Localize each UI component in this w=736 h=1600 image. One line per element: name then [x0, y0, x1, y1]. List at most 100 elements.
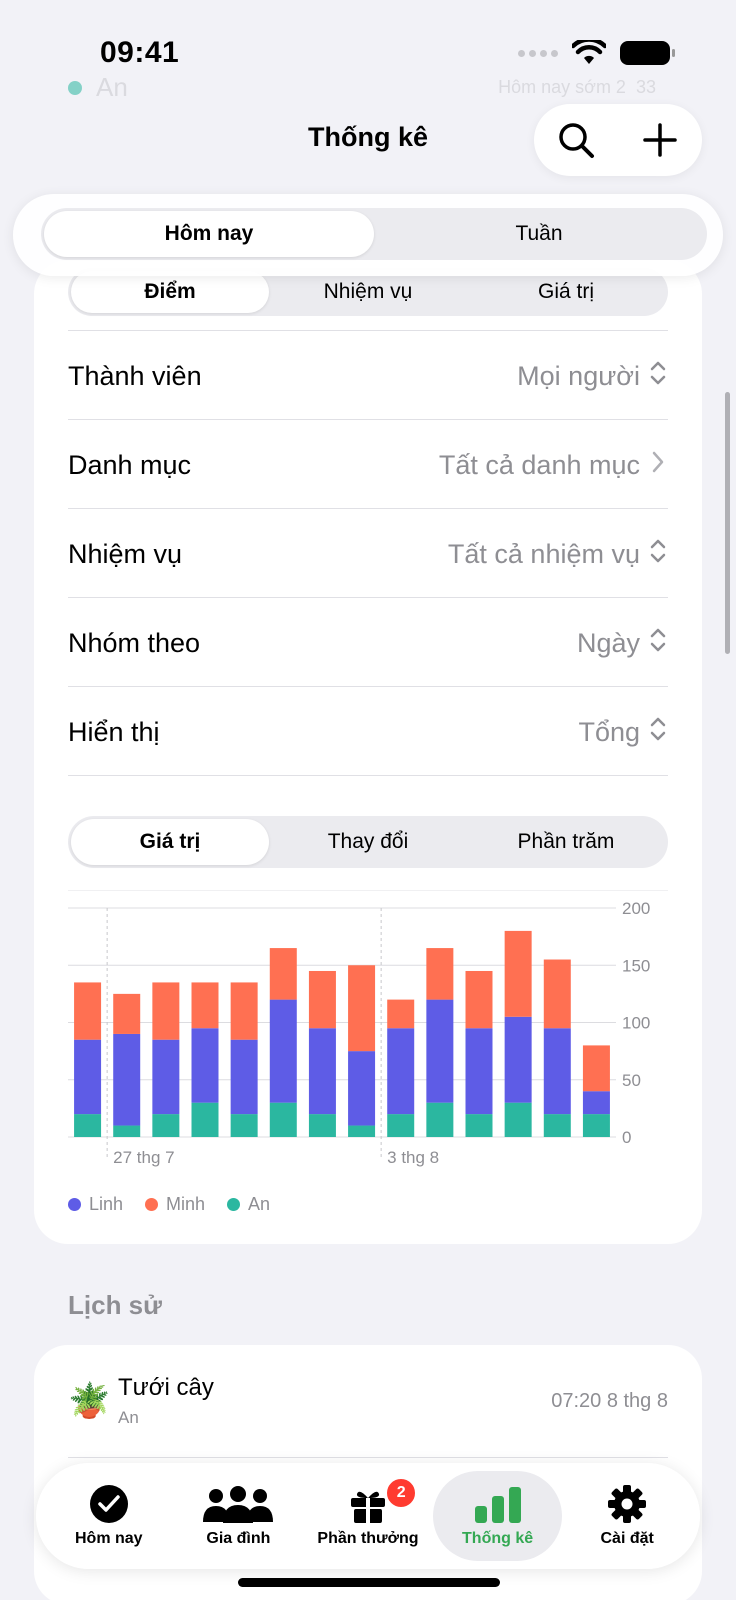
tab-label: Cài đặt	[600, 1530, 654, 1547]
filter-value: Tất cả nhiệm vụ	[448, 537, 668, 571]
bar-segment-linh	[74, 1039, 102, 1115]
plant-icon: 🪴	[68, 1382, 111, 1420]
bar-segment-linh	[308, 1028, 336, 1115]
bar-segment-minh	[74, 982, 102, 1040]
period-segmented-wrapper: Hôm nay Tuần	[13, 194, 723, 276]
bar-segment-minh	[465, 970, 493, 1029]
tab-stats[interactable]: Thống kê	[432, 1471, 563, 1561]
chevron-updown-icon	[648, 537, 668, 571]
chevron-right-icon	[648, 448, 668, 482]
filter-value: Tổng	[578, 715, 668, 749]
bar-segment-an	[152, 1114, 180, 1137]
bar-segment-minh	[113, 993, 141, 1034]
filter-label: Thành viên	[68, 360, 202, 391]
tab-family[interactable]: Gia đình	[174, 1471, 304, 1561]
period-tab-today[interactable]: Hôm nay	[44, 211, 374, 257]
cellular-signal-icon	[518, 49, 558, 57]
bar-segment-linh	[582, 1091, 610, 1115]
metric-tab-points[interactable]: Điểm	[71, 271, 269, 313]
battery-icon	[620, 41, 675, 65]
history-member: An	[118, 1408, 139, 1427]
chevron-updown-icon	[648, 715, 668, 749]
filter-label: Nhiệm vụ	[68, 538, 183, 569]
metric-tab-tasks[interactable]: Nhiệm vụ	[269, 271, 467, 313]
legend-label: An	[248, 1194, 271, 1214]
divider	[68, 1457, 668, 1458]
history-row[interactable]: 🪴 Tưới cây An 07:20 8 thg 8	[34, 1345, 702, 1457]
mode-tab-percent[interactable]: Phần trăm	[467, 819, 665, 865]
home-indicator	[238, 1578, 500, 1587]
mode-tab-value[interactable]: Giá trị	[71, 819, 269, 865]
filter-row-member[interactable]: Thành viên Mọi người	[68, 331, 668, 421]
stats-card: Điểm Nhiệm vụ Giá trị Thành viên Mọi ngư…	[34, 260, 702, 1244]
bar-segment-minh	[426, 948, 454, 1000]
filter-value-text: Tất cả nhiệm vụ	[447, 538, 640, 569]
filter-value-text: Mọi người	[517, 360, 640, 391]
bar-segment-minh	[504, 930, 532, 1017]
bar-segment-an	[113, 1125, 141, 1137]
bar-segment-linh	[152, 1039, 180, 1115]
status-bar: 09:41	[0, 30, 736, 80]
member-color-dot	[68, 80, 82, 95]
bar-segment-linh	[191, 1028, 219, 1103]
tab-settings[interactable]: Cài đặt	[562, 1471, 692, 1561]
bar-segment-minh	[543, 959, 571, 1029]
bar-segment-an	[504, 1102, 532, 1137]
bar-segment-minh	[230, 982, 258, 1040]
check-circle-icon	[89, 1484, 129, 1524]
scroll-indicator[interactable]	[725, 392, 730, 654]
status-icons	[518, 40, 675, 66]
people-icon	[202, 1484, 274, 1524]
filter-row-category[interactable]: Danh mục Tất cả danh mục	[68, 420, 668, 510]
mode-tab-change[interactable]: Thay đổi	[269, 819, 467, 865]
filter-label: Nhóm theo	[68, 627, 201, 658]
filter-row-group-by[interactable]: Nhóm theo Ngày	[68, 598, 668, 688]
tab-rewards[interactable]: Phần thưởng 2	[303, 1471, 433, 1561]
bar-segment-linh	[113, 1033, 141, 1126]
bar-segment-minh	[308, 970, 336, 1029]
add-button[interactable]	[630, 110, 690, 170]
metric-tab-value[interactable]: Giá trị	[467, 271, 665, 313]
tab-today[interactable]: Hôm nay	[44, 1471, 174, 1561]
legend-dot	[145, 1198, 159, 1211]
y-tick-label: 0	[622, 1128, 631, 1147]
y-tick-label: 100	[622, 1014, 650, 1033]
bar-segment-minh	[269, 948, 297, 1000]
search-icon	[559, 123, 594, 158]
bar-segment-an	[582, 1114, 610, 1137]
stacked-bar-chart: 0 50 100 150 200 27 thg 7 3 thg 8	[68, 889, 668, 1190]
bar-segment-an	[465, 1114, 493, 1137]
bar-segment-minh	[387, 999, 415, 1029]
tab-label: Gia đình	[206, 1530, 271, 1547]
bar-segment-linh	[387, 1028, 415, 1115]
bar-segment-minh	[191, 982, 219, 1029]
ghost-row-meta: Hôm nay sớm 2 33	[498, 77, 656, 98]
period-tab-week[interactable]: Tuần	[374, 211, 704, 257]
filter-row-display[interactable]: Hiển thị Tổng	[68, 687, 668, 777]
plus-icon	[643, 123, 677, 157]
search-button[interactable]	[546, 110, 606, 170]
filter-value-text: Tổng	[578, 716, 640, 747]
history-text: Tưới cây An	[118, 1374, 214, 1428]
filter-label: Hiển thị	[68, 716, 160, 747]
filter-label: Danh mục	[68, 449, 192, 480]
bar-segment-an	[308, 1114, 336, 1137]
filter-value-text: Tất cả danh mục	[438, 449, 640, 480]
filter-row-task[interactable]: Nhiệm vụ Tất cả nhiệm vụ	[68, 509, 668, 599]
bar-segment-linh	[348, 1051, 376, 1126]
y-tick-label: 150	[622, 956, 650, 975]
legend-item-minh: Minh	[145, 1194, 205, 1215]
ghost-points: 33	[635, 77, 656, 97]
bar-segment-linh	[230, 1039, 258, 1115]
notification-badge: 2	[385, 1477, 418, 1509]
ghost-note: Hôm nay sớm 2	[498, 77, 626, 97]
bar-segment-linh	[426, 999, 454, 1103]
tab-label: Phần thưởng	[317, 1530, 419, 1547]
legend-item-an: An	[227, 1194, 270, 1215]
chevron-updown-icon	[648, 359, 668, 393]
bar-segment-linh	[543, 1028, 571, 1115]
y-tick-label: 200	[622, 899, 650, 918]
chevron-updown-icon	[648, 626, 668, 660]
bar-segment-an	[230, 1114, 258, 1137]
x-tick-label: 3 thg 8	[387, 1148, 439, 1167]
